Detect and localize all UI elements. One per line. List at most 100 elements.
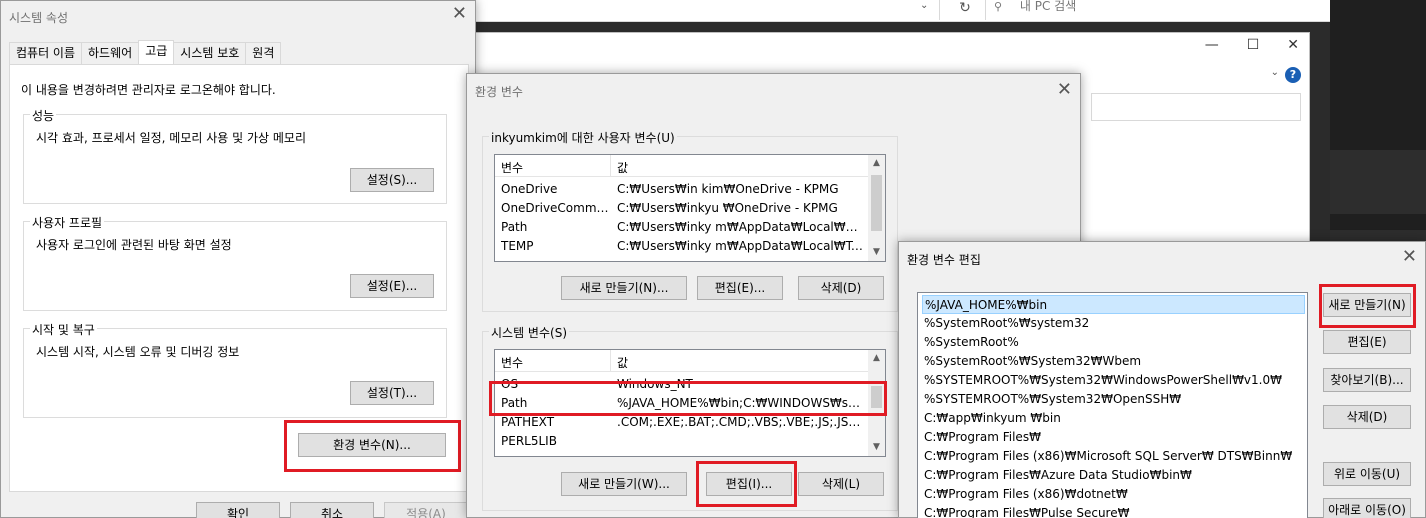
column-header-value[interactable]: 값 — [617, 159, 628, 176]
list-item[interactable]: C:₩Program Files₩ — [922, 428, 1305, 447]
list-item[interactable]: C:₩Program Files (x86)₩Microsoft SQL Ser… — [922, 447, 1305, 466]
table-row[interactable]: OS Windows_NT — [495, 375, 868, 394]
environment-variables-button[interactable]: 환경 변수(N)... — [298, 433, 446, 457]
system-edit-button[interactable]: 편집(I)... — [706, 472, 792, 496]
column-header-value[interactable]: 값 — [617, 354, 628, 371]
close-icon[interactable]: ✕ — [1402, 248, 1417, 266]
explorer-toolbar: ⌄ ↻ ⚲ 내 PC 검색 — [430, 0, 1330, 22]
user-variables-list[interactable]: 변수 값 OneDrive C:₩Users₩in kim₩OneDrive -… — [494, 154, 886, 262]
address-bar[interactable] — [430, 0, 940, 20]
group-label: 사용자 프로필 — [30, 214, 105, 231]
user-delete-button[interactable]: 삭제(D) — [798, 276, 884, 300]
user-profile-group: 사용자 프로필 사용자 로그인에 관련된 바탕 화면 설정 설정(E)... — [23, 214, 447, 311]
scroll-down-icon[interactable]: ▼ — [868, 244, 885, 261]
scroll-up-icon[interactable]: ▲ — [868, 350, 885, 367]
tab-remote[interactable]: 원격 — [245, 42, 282, 64]
minimize-icon[interactable]: — — [1205, 37, 1219, 53]
group-description: 시각 효과, 프로세서 일정, 메모리 사용 및 가상 메모리 — [36, 131, 306, 145]
tab-system-protection[interactable]: 시스템 보호 — [173, 42, 247, 64]
scroll-thumb[interactable] — [871, 386, 882, 408]
group-label: 성능 — [30, 107, 57, 124]
table-row[interactable]: PATHEXT .COM;.EXE;.BAT;.CMD;.VBS;.VBE;.J… — [495, 413, 868, 432]
system-delete-button[interactable]: 삭제(L) — [798, 472, 884, 496]
edit-entry-button[interactable]: 편집(E) — [1323, 330, 1411, 354]
chevron-down-icon[interactable]: ⌄ — [1271, 67, 1279, 78]
move-down-button[interactable]: 아래로 이동(O) — [1323, 498, 1411, 518]
group-label: 시스템 변수(S) — [489, 324, 569, 341]
dialog-title: 시스템 속성 — [9, 11, 69, 25]
performance-settings-button[interactable]: 설정(S)... — [350, 168, 434, 192]
system-variables-list[interactable]: 변수 값 OS Windows_NT Path %JAVA_HOME%₩bin;… — [494, 349, 886, 457]
group-label: inkyumkim에 대한 사용자 변수(U) — [489, 129, 677, 146]
list-item[interactable]: %SystemRoot%₩system32 — [922, 314, 1305, 333]
system-properties-dialog: 시스템 속성 ✕ 컴퓨터 이름 하드웨어 고급 시스템 보호 원격 이 내용을 … — [0, 0, 476, 518]
refresh-icon[interactable]: ↻ — [950, 0, 980, 20]
system-new-button[interactable]: 새로 만들기(W)... — [561, 472, 687, 496]
variable-value: C:₩Users₩in kim₩OneDrive - KPMG — [617, 182, 839, 196]
close-icon[interactable]: ✕ — [1057, 81, 1072, 99]
variable-name: TEMP — [501, 239, 534, 253]
dialog-title: 환경 변수 — [475, 85, 523, 99]
user-new-button[interactable]: 새로 만들기(N)... — [561, 276, 687, 300]
variable-name: Path — [501, 220, 528, 234]
chevron-down-icon[interactable]: ⌄ — [920, 0, 928, 11]
tab-hardware[interactable]: 하드웨어 — [81, 42, 140, 64]
apply-button[interactable]: 적용(A) — [384, 502, 468, 518]
table-row[interactable]: PERL5LIB — [495, 432, 868, 451]
cancel-button[interactable]: 취소 — [290, 502, 374, 518]
new-entry-button[interactable]: 새로 만들기(N) — [1323, 293, 1411, 317]
table-row[interactable]: OneDrive C:₩Users₩in kim₩OneDrive - KPMG — [495, 180, 868, 199]
search-placeholder: 내 PC 검색 — [1019, 0, 1077, 13]
tab-strip: 컴퓨터 이름 하드웨어 고급 시스템 보호 원격 — [9, 40, 282, 64]
list-item[interactable]: %SystemRoot% — [922, 333, 1305, 352]
user-profile-settings-button[interactable]: 설정(E)... — [350, 274, 434, 298]
move-up-button[interactable]: 위로 이동(U) — [1323, 462, 1411, 486]
tab-computer-name[interactable]: 컴퓨터 이름 — [9, 42, 83, 64]
variable-name: PATHEXT — [501, 415, 555, 429]
variable-value: C:₩Users₩inky m₩AppData₩Local₩Mi... — [617, 220, 863, 234]
edit-environment-variable-dialog: 환경 변수 편집 ✕ %JAVA_HOME%₩bin %SystemRoot%₩… — [898, 241, 1426, 518]
list-item[interactable]: %SYSTEMROOT%₩System32₩WindowsPowerShell₩… — [922, 371, 1305, 390]
column-header-variable[interactable]: 변수 — [501, 159, 523, 176]
variable-name: PERL5LIB — [501, 434, 557, 448]
group-description: 사용자 로그인에 관련된 바탕 화면 설정 — [36, 238, 232, 252]
list-item[interactable]: C:₩Program Files₩Azure Data Studio₩bin₩ — [922, 466, 1305, 485]
browse-button[interactable]: 찾아보기(B)... — [1323, 368, 1411, 392]
table-row[interactable]: Path C:₩Users₩inky m₩AppData₩Local₩Mi... — [495, 218, 868, 237]
list-item[interactable]: C:₩Program Files (x86)₩dotnet₩ — [922, 485, 1305, 504]
delete-entry-button[interactable]: 삭제(D) — [1323, 405, 1411, 429]
close-icon[interactable]: ✕ — [1287, 37, 1299, 53]
startup-recovery-group: 시작 및 복구 시스템 시작, 시스템 오류 및 디버깅 정보 설정(T)... — [23, 321, 447, 418]
variable-name: OneDriveCommer... — [501, 201, 609, 215]
scroll-up-icon[interactable]: ▲ — [868, 155, 885, 172]
help-icon[interactable]: ? — [1285, 67, 1301, 83]
path-entries-list[interactable]: %JAVA_HOME%₩bin %SystemRoot%₩system32 %S… — [917, 292, 1308, 518]
list-item[interactable]: C:₩Program Files₩Pulse Secure₩ — [922, 504, 1305, 518]
list-item[interactable]: %SYSTEMROOT%₩System32₩OpenSSH₩ — [922, 390, 1305, 409]
table-row[interactable]: Path %JAVA_HOME%₩bin;C:₩WINDOWS₩syste... — [495, 394, 868, 413]
maximize-icon[interactable]: ☐ — [1247, 37, 1260, 53]
search-input[interactable]: ⚲ 내 PC 검색 — [985, 0, 1325, 20]
list-item[interactable]: C:₩app₩inkyum ₩bin — [922, 409, 1305, 428]
variable-name: Path — [501, 396, 528, 410]
startup-recovery-settings-button[interactable]: 설정(T)... — [350, 381, 434, 405]
scroll-down-icon[interactable]: ▼ — [868, 439, 885, 456]
group-description: 시스템 시작, 시스템 오류 및 디버깅 정보 — [36, 345, 240, 359]
ok-button[interactable]: 확인 — [196, 502, 280, 518]
list-header: 변수 값 — [495, 350, 868, 372]
list-header: 변수 값 — [495, 155, 868, 177]
background-block — [1330, 150, 1426, 214]
variable-value: .COM;.EXE;.BAT;.CMD;.VBS;.VBE;.JS;.JSE;.… — [617, 415, 863, 429]
table-row[interactable]: OneDriveCommer... C:₩Users₩inkyu ₩OneDri… — [495, 199, 868, 218]
table-row[interactable]: TEMP C:₩Users₩inky m₩AppData₩Local₩Te... — [495, 237, 868, 256]
column-header-variable[interactable]: 변수 — [501, 354, 523, 371]
tab-advanced[interactable]: 고급 — [138, 40, 175, 64]
group-label: 시작 및 복구 — [30, 321, 97, 338]
close-icon[interactable]: ✕ — [452, 5, 467, 23]
list-item[interactable]: %SystemRoot%₩System32₩Wbem — [922, 352, 1305, 371]
scrollbar[interactable]: ▲ ▼ — [868, 155, 885, 261]
user-edit-button[interactable]: 편집(E)... — [697, 276, 783, 300]
list-item[interactable]: %JAVA_HOME%₩bin — [922, 295, 1305, 314]
scrollbar[interactable]: ▲ ▼ — [868, 350, 885, 456]
scroll-thumb[interactable] — [871, 175, 882, 231]
